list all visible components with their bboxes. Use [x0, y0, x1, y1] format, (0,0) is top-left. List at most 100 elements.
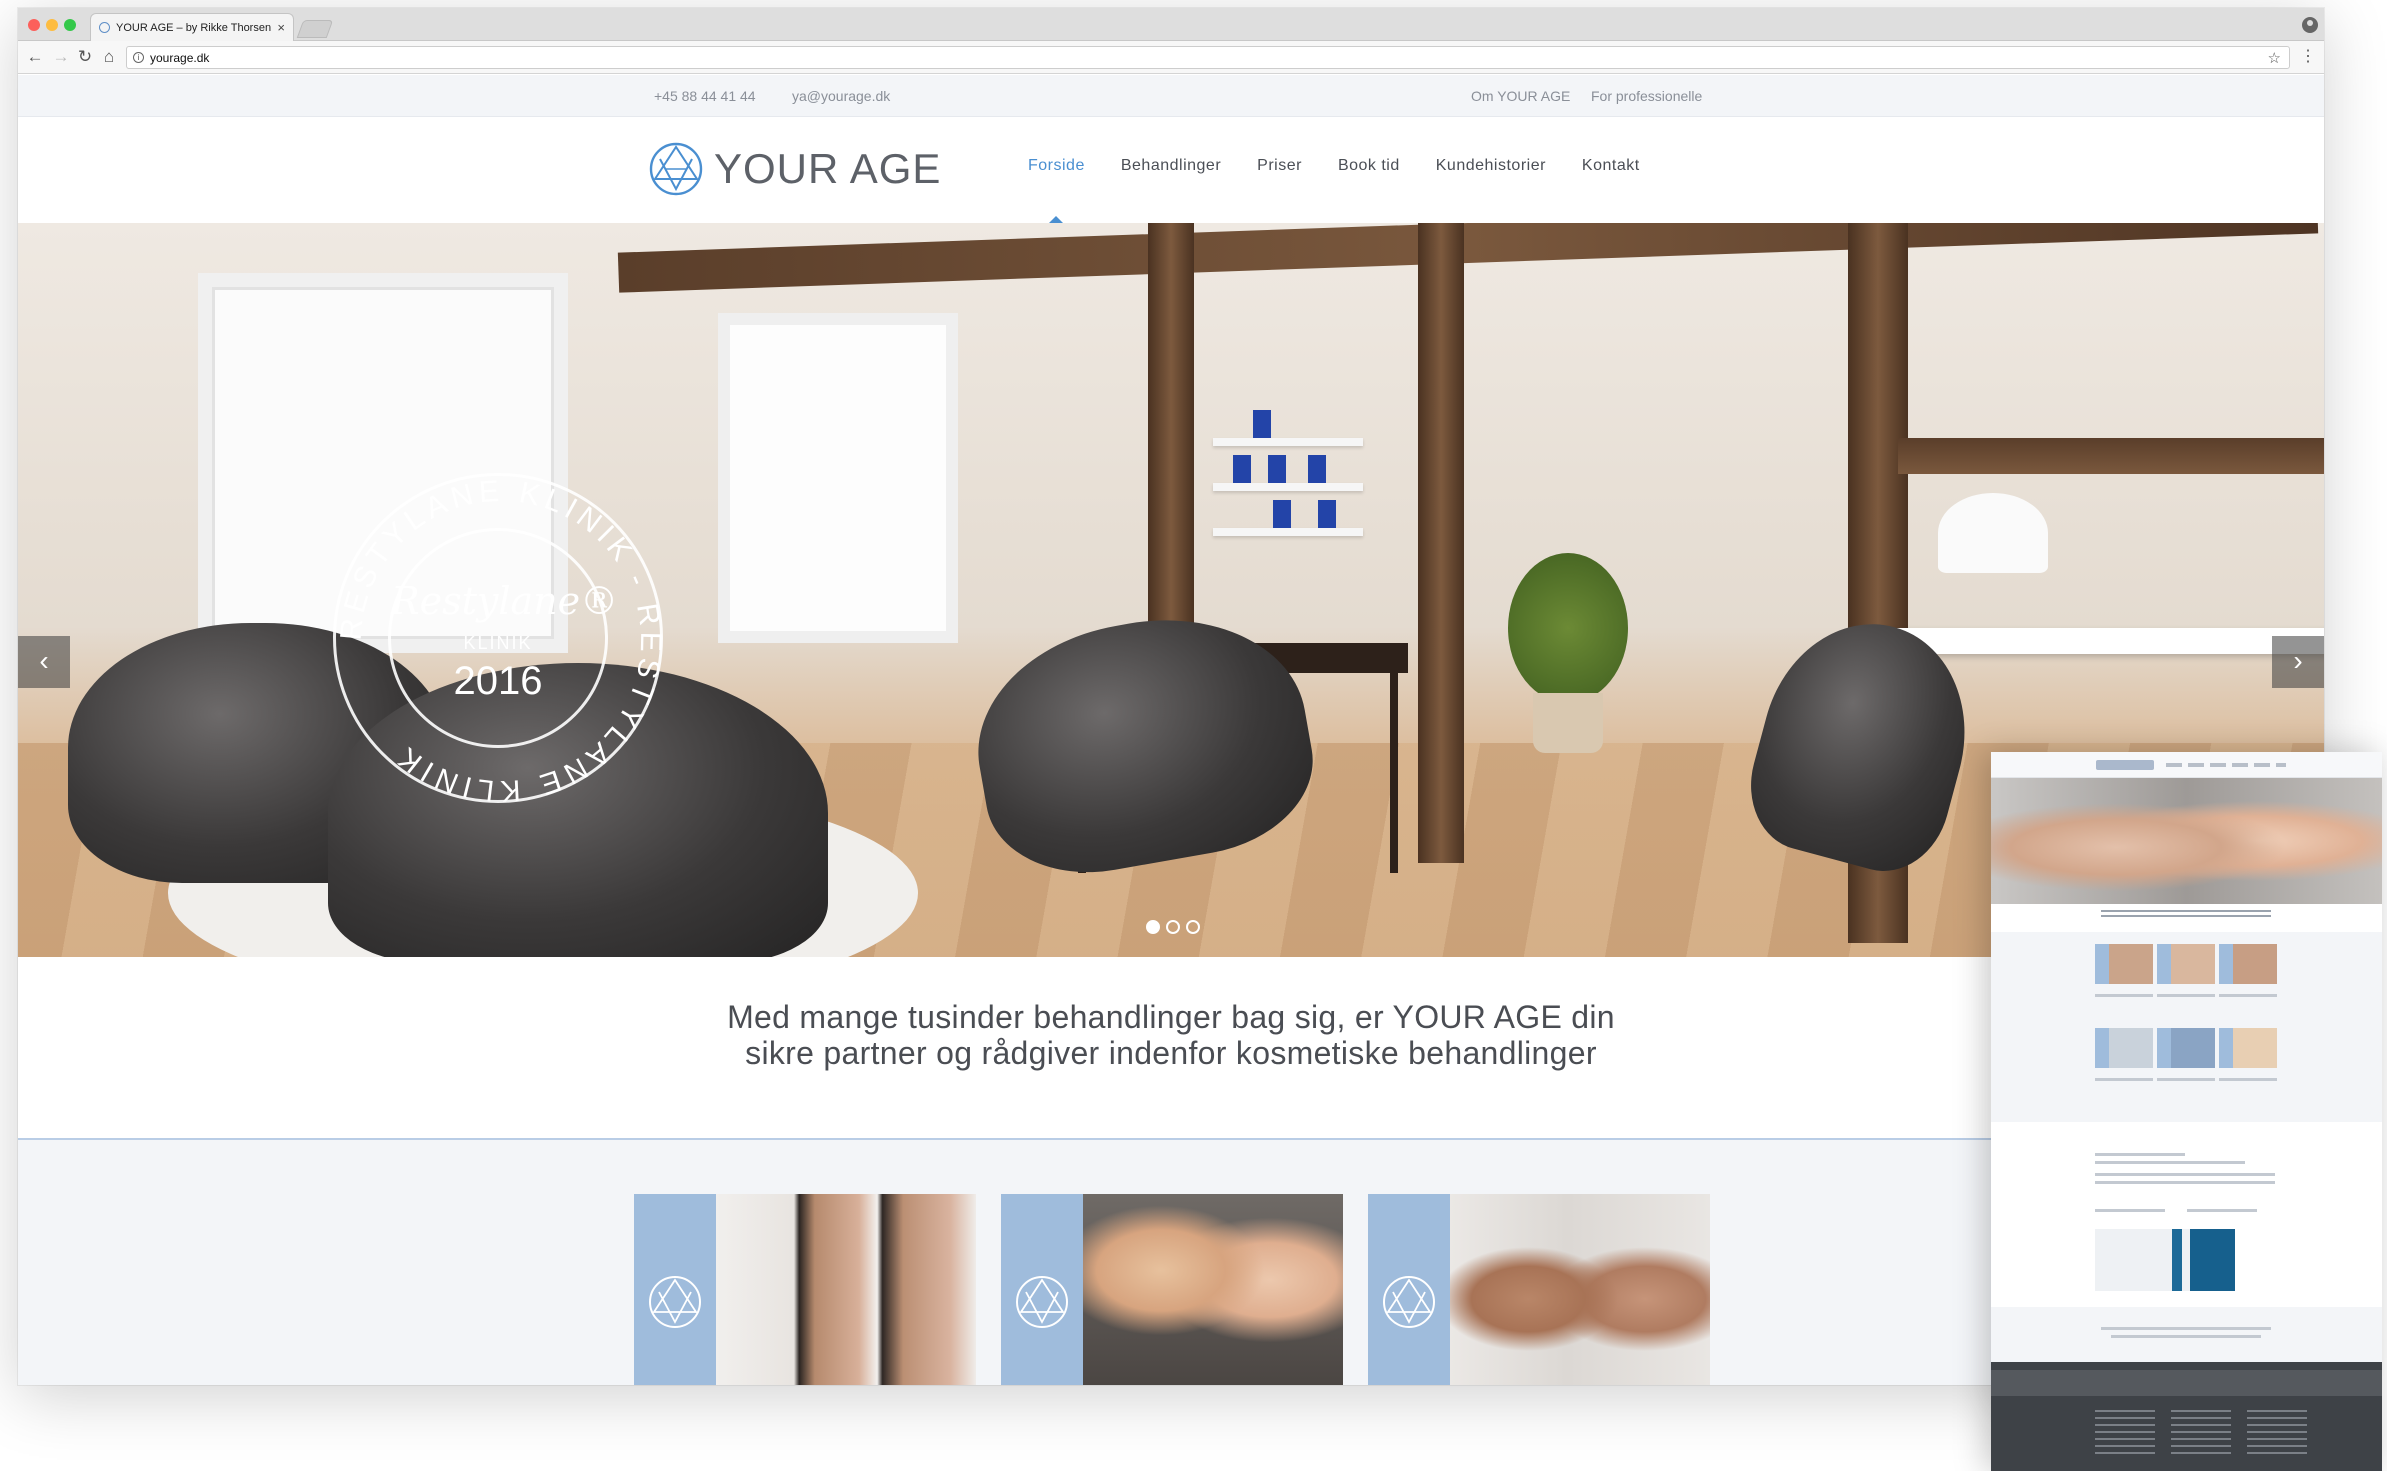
hero-table	[1868, 628, 2324, 654]
card-strip	[1001, 1194, 1083, 1385]
preview-text	[2187, 1209, 2257, 1212]
hero-shelf	[1213, 438, 1363, 446]
browser-window: YOUR AGE – by Rikke Thorsen × ← → ↻ ⌂ i …	[18, 8, 2324, 1385]
treatment-card[interactable]	[1368, 1194, 1710, 1385]
preview-text	[2111, 1335, 2261, 1338]
nav-behandlinger[interactable]: Behandlinger	[1121, 157, 1221, 175]
slider-next-button[interactable]: ›	[2272, 636, 2324, 688]
preview-text	[2095, 1181, 2275, 1184]
hero-product	[1268, 455, 1286, 483]
preview-text	[2157, 1078, 2215, 1081]
address-bar[interactable]: i yourage.dk ☆	[126, 46, 2290, 69]
browser-tab[interactable]: YOUR AGE – by Rikke Thorsen ×	[90, 13, 294, 41]
preview-header	[1991, 752, 2382, 778]
preview-text	[2101, 1327, 2271, 1330]
nav-book-tid[interactable]: Book tid	[1338, 157, 1400, 175]
nav-forside[interactable]: Forside	[1028, 157, 1085, 223]
preview-footer-col	[2171, 1410, 2231, 1454]
card-strip	[1368, 1194, 1450, 1385]
reload-icon[interactable]: ↻	[74, 46, 96, 68]
preview-footer-bar	[1991, 1370, 2382, 1396]
preview-text	[2157, 994, 2215, 997]
preview-map	[2095, 1229, 2235, 1291]
star-icon[interactable]: ☆	[2268, 49, 2281, 67]
hero-shelf	[1213, 528, 1363, 536]
new-tab-button[interactable]	[296, 20, 334, 38]
about-link[interactable]: Om YOUR AGE	[1471, 88, 1570, 104]
slider-prev-button[interactable]: ‹	[18, 636, 70, 688]
email-link[interactable]: ya@yourage.dk	[792, 88, 890, 104]
preview-thumb	[2219, 1028, 2277, 1068]
hero-beam	[617, 223, 2319, 293]
badge-year: 2016	[453, 659, 543, 703]
logo-icon[interactable]	[648, 141, 704, 197]
nav-kundehistorier[interactable]: Kundehistorier	[1436, 157, 1546, 175]
tab-close-button[interactable]: ×	[277, 20, 285, 35]
hero-slider: RESTYLANE KLINIK - RESTYLANE KLINIK Rest…	[18, 223, 2324, 957]
hero-product	[1233, 455, 1251, 483]
url-text[interactable]: yourage.dk	[150, 51, 209, 65]
preview-text	[2219, 994, 2277, 997]
tab-bar: YOUR AGE – by Rikke Thorsen ×	[18, 8, 2324, 41]
preview-footer-col	[2095, 1410, 2155, 1454]
professionals-link[interactable]: For professionelle	[1591, 88, 1702, 104]
home-icon[interactable]: ⌂	[98, 46, 120, 68]
phone-link[interactable]: +45 88 44 41 44	[654, 88, 756, 104]
hero-lamp	[1938, 493, 2048, 573]
slider-dot[interactable]	[1166, 920, 1180, 934]
card-photo	[1450, 1194, 1710, 1385]
hero-product	[1308, 455, 1326, 483]
kebab-menu-icon[interactable]: ⋮	[2300, 46, 2316, 66]
tab-title: YOUR AGE – by Rikke Thorsen	[116, 21, 272, 34]
minimize-window-button[interactable]	[46, 19, 58, 31]
tagline-line: Med mange tusinder behandlinger bag sig,…	[727, 999, 1615, 1035]
preview-quote	[1991, 1307, 2382, 1362]
preview-thumb	[2095, 1028, 2153, 1068]
card-strip	[634, 1194, 716, 1385]
profile-icon[interactable]	[2302, 17, 2318, 33]
logo-text[interactable]: YOUR AGE	[714, 145, 941, 193]
badge-inner: Restylane® KLINIK 2016	[388, 528, 619, 748]
favicon-icon	[99, 22, 110, 33]
preview-footer	[1991, 1362, 2382, 1471]
logo-icon	[1016, 1276, 1068, 1328]
maximize-window-button[interactable]	[64, 19, 76, 31]
browser-toolbar: ← → ↻ ⌂ i yourage.dk ☆ ⋮	[18, 41, 2324, 74]
back-icon[interactable]: ←	[24, 46, 46, 68]
preview-logo	[2096, 760, 2154, 770]
forward-icon[interactable]: →	[50, 46, 72, 68]
preview-nav	[2166, 763, 2286, 767]
close-window-button[interactable]	[28, 19, 40, 31]
site-info-icon[interactable]: i	[133, 52, 144, 63]
preview-text	[2095, 1153, 2185, 1156]
preview-text	[2095, 1161, 2245, 1164]
preview-thumb	[2157, 1028, 2215, 1068]
restylane-badge: RESTYLANE KLINIK - RESTYLANE KLINIK Rest…	[333, 473, 663, 806]
preview-text	[2095, 1173, 2275, 1176]
preview-thumb	[2095, 944, 2153, 984]
hero-beam	[1418, 223, 1464, 863]
slider-dots	[1146, 920, 1200, 934]
preview-text	[2219, 1078, 2277, 1081]
preview-footer-col	[2247, 1410, 2307, 1454]
preview-text	[2095, 994, 2153, 997]
preview-text	[2095, 1209, 2165, 1212]
badge-brand: Restylane®	[391, 579, 619, 623]
hero-plant	[1508, 553, 1628, 703]
nav-priser[interactable]: Priser	[1257, 157, 1302, 175]
full-page-preview	[1991, 752, 2382, 1471]
logo-icon	[1383, 1276, 1435, 1328]
preview-thumb	[2157, 944, 2215, 984]
treatment-card[interactable]	[634, 1194, 976, 1385]
contact-topbar: +45 88 44 41 44 ya@yourage.dk Om YOUR AG…	[18, 75, 2324, 117]
hero-beam	[1898, 438, 2324, 474]
slider-dot[interactable]	[1186, 920, 1200, 934]
hero-product	[1318, 500, 1336, 528]
hero-window	[718, 313, 958, 643]
card-photo	[716, 1194, 976, 1385]
treatment-card[interactable]	[1001, 1194, 1343, 1385]
slider-dot[interactable]	[1146, 920, 1160, 934]
web-page: +45 88 44 41 44 ya@yourage.dk Om YOUR AG…	[18, 75, 2324, 1385]
nav-kontakt[interactable]: Kontakt	[1582, 157, 1640, 175]
badge-subtitle: KLINIK	[463, 633, 533, 653]
